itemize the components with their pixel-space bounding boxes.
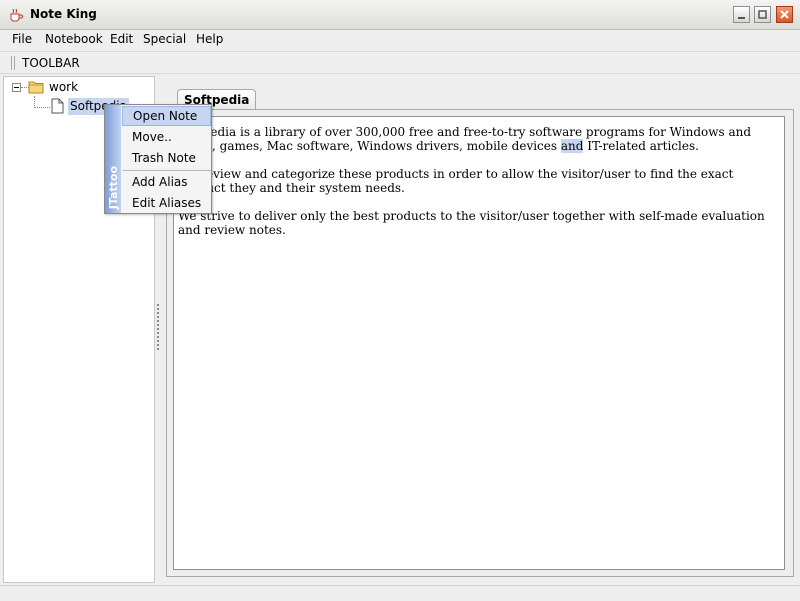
title-bar: Note King <box>0 0 800 30</box>
menu-item-move[interactable]: Move.. <box>122 127 211 147</box>
status-bar <box>0 585 800 601</box>
menu-item-edit-aliases[interactable]: Edit Aliases <box>122 193 211 213</box>
tree-folder-work[interactable]: work <box>49 80 78 94</box>
menu-side-banner: JTattoo <box>105 105 121 213</box>
maximize-icon <box>758 10 767 19</box>
paragraph-1: Softpedia is a library of over 300,000 f… <box>178 125 752 153</box>
document-icon <box>51 98 64 114</box>
folder-icon <box>28 81 44 94</box>
toolbar-grip[interactable] <box>11 56 15 70</box>
toolbar: TOOLBAR <box>0 51 800 74</box>
tab-panel: Softpedia is a library of over 300,000 f… <box>166 109 794 577</box>
menu-item-open-note[interactable]: Open Note <box>122 106 211 126</box>
menu-special[interactable]: Special <box>142 32 187 46</box>
divider-grip <box>157 304 159 352</box>
note-context-menu: JTattoo Open Note Move.. Trash Note Add … <box>104 104 212 214</box>
maximize-button[interactable] <box>754 6 771 23</box>
menu-file[interactable]: File <box>11 32 33 46</box>
menu-bar: File Notebook Edit Special Help <box>0 30 800 50</box>
selected-text: and <box>560 139 584 153</box>
paragraph-2: We review and categorize these products … <box>178 167 734 195</box>
paragraph-3: We strive to deliver only the best produ… <box>178 209 765 237</box>
menu-separator <box>123 170 211 171</box>
menu-item-trash-note[interactable]: Trash Note <box>122 148 211 168</box>
menu-item-add-alias[interactable]: Add Alias <box>122 172 211 192</box>
close-icon <box>780 10 789 19</box>
note-editor[interactable]: Softpedia is a library of over 300,000 f… <box>173 116 785 570</box>
close-button[interactable] <box>776 6 793 23</box>
toolbar-label: TOOLBAR <box>22 56 80 70</box>
window-title: Note King <box>30 7 97 21</box>
coffee-cup-icon <box>10 8 23 22</box>
note-content-area: Softpedia Softpedia is a library of over… <box>163 76 797 583</box>
menu-help[interactable]: Help <box>195 32 224 46</box>
menu-side-label: JTattoo <box>107 165 120 209</box>
minimize-icon <box>738 17 745 19</box>
menu-notebook[interactable]: Notebook <box>44 32 104 46</box>
menu-edit[interactable]: Edit <box>109 32 134 46</box>
tree-connector <box>34 107 50 108</box>
minimize-button[interactable] <box>733 6 750 23</box>
collapse-toggle[interactable] <box>12 83 21 92</box>
